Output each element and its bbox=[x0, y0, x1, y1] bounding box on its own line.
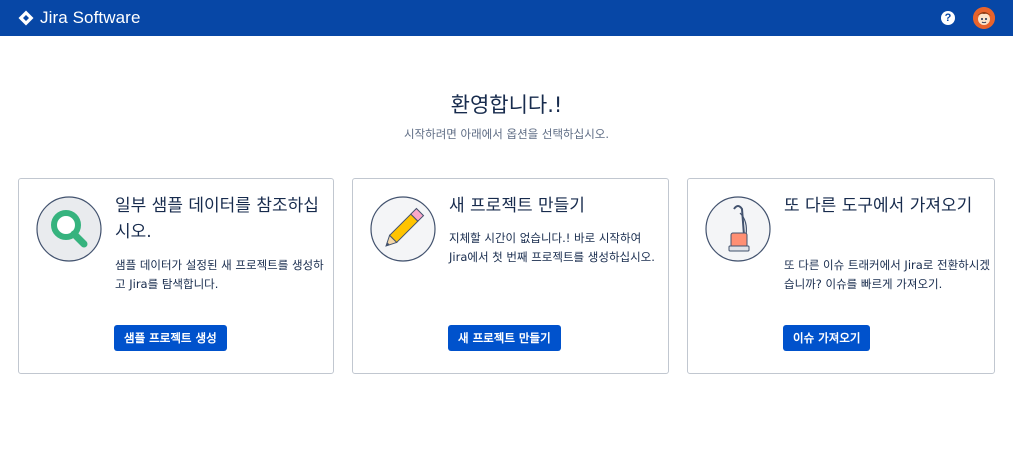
card-title: 새 프로젝트 만들기 bbox=[449, 196, 585, 216]
user-avatar[interactable] bbox=[973, 7, 995, 29]
pencil-icon bbox=[369, 195, 437, 263]
card-description: 또 다른 이슈 트래커에서 Jira로 전환하시겠습니까? 이슈를 빠르게 가져… bbox=[784, 258, 990, 291]
card-title: 또 다른 도구에서 가져오기 bbox=[784, 196, 973, 216]
app-name: Jira Software bbox=[40, 8, 141, 27]
jira-logo-home-link[interactable]: Jira Software bbox=[18, 8, 141, 28]
top-navigation-bar: Jira Software ? bbox=[0, 0, 1013, 36]
page-subtitle: 시작하려면 아래에서 옵션을 선택하십시오. bbox=[403, 127, 610, 141]
vacuum-icon bbox=[704, 195, 772, 263]
import-card: 또 다른 도구에서 가져오기 또 다른 이슈 트래커에서 Jira로 전환하시겠… bbox=[687, 178, 995, 374]
sample-data-card: 일부 샘플 데이터를 참조하십시오. 샘플 데이터가 설정된 새 프로젝트를 생… bbox=[18, 178, 334, 374]
card-title: 일부 샘플 데이터를 참조하십시오. bbox=[115, 196, 319, 242]
card-description: 지체할 시간이 없습니다.! 바로 시작하여 Jira에서 첫 번째 프로젝트를… bbox=[449, 231, 655, 264]
create-sample-project-button[interactable]: 샘플 프로젝트 생성 bbox=[114, 325, 227, 351]
new-project-card: 새 프로젝트 만들기 지체할 시간이 없습니다.! 바로 시작하여 Jira에서… bbox=[352, 178, 669, 374]
help-icon[interactable]: ? bbox=[941, 11, 955, 25]
import-issues-button[interactable]: 이슈 가져오기 bbox=[783, 325, 871, 351]
card-description: 샘플 데이터가 설정된 새 프로젝트를 생성하고 Jira를 탐색합니다. bbox=[115, 258, 324, 291]
page-title: 환영합니다.! bbox=[450, 93, 563, 117]
jira-diamond-icon bbox=[18, 10, 34, 26]
magnifier-icon bbox=[35, 195, 103, 263]
create-new-project-button[interactable]: 새 프로젝트 만들기 bbox=[448, 325, 561, 351]
